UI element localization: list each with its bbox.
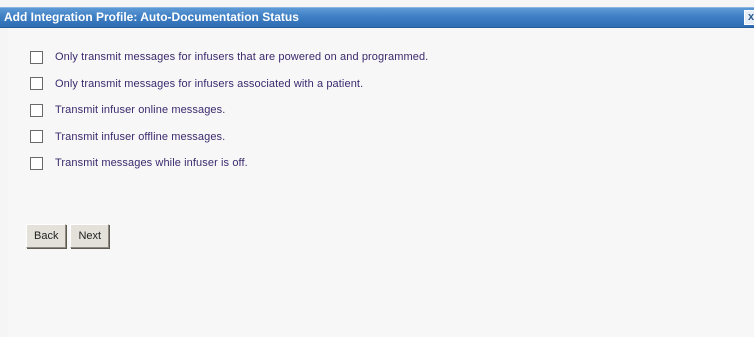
checkbox-associated-with-patient[interactable] xyxy=(30,77,43,90)
dialog-content: Only transmit messages for infusers that… xyxy=(8,28,754,337)
options-list: Only transmit messages for infusers that… xyxy=(30,50,428,183)
option-label: Transmit infuser online messages. xyxy=(55,104,226,116)
dialog-title: Add Integration Profile: Auto-Documentat… xyxy=(4,10,299,24)
back-button[interactable]: Back xyxy=(26,224,67,248)
next-button[interactable]: Next xyxy=(70,224,110,248)
option-offline-messages: Transmit infuser offline messages. xyxy=(30,130,428,144)
option-powered-on-programmed: Only transmit messages for infusers that… xyxy=(30,50,428,64)
checkbox-while-off[interactable] xyxy=(30,156,43,170)
dialog-titlebar: Add Integration Profile: Auto-Documentat… xyxy=(0,7,754,28)
close-button[interactable]: x xyxy=(744,10,754,25)
checkbox-powered-on-programmed[interactable] xyxy=(30,50,43,64)
option-associated-with-patient: Only transmit messages for infusers asso… xyxy=(30,77,428,91)
option-label: Transmit messages while infuser is off. xyxy=(55,157,248,169)
option-online-messages: Transmit infuser online messages. xyxy=(30,103,428,117)
close-icon: x xyxy=(747,11,754,23)
option-label: Transmit infuser offline messages. xyxy=(55,130,226,143)
wizard-buttons: Back Next xyxy=(26,224,110,248)
option-label: Only transmit messages for infusers that… xyxy=(55,51,429,63)
integration-profile-dialog: Add Integration Profile: Auto-Documentat… xyxy=(0,0,754,337)
checkbox-offline-messages[interactable] xyxy=(30,130,43,143)
option-while-off: Transmit messages while infuser is off. xyxy=(30,156,428,170)
option-label: Only transmit messages for infusers asso… xyxy=(55,77,364,90)
checkbox-online-messages[interactable] xyxy=(30,103,43,117)
